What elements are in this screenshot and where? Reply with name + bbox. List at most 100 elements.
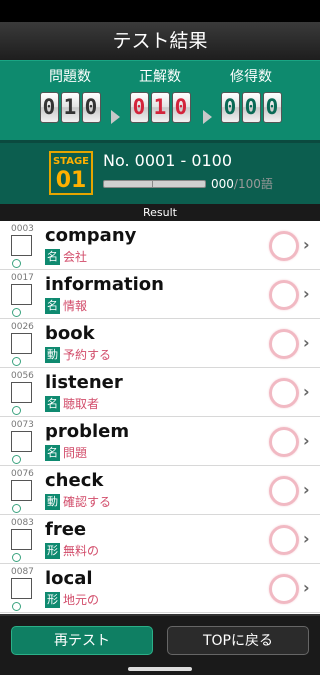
word-text: free (45, 519, 87, 540)
progress-total: 100語 (237, 177, 273, 191)
bottom-bar: 再テスト TOPに戻る (0, 614, 320, 675)
page-title: テスト結果 (0, 22, 320, 60)
word-number: 0087 (11, 567, 34, 577)
learned-label: 修得数 (230, 69, 272, 85)
word-number: 0076 (11, 469, 34, 479)
word-row[interactable]: 0003 company 名会社 › (0, 221, 320, 270)
word-number: 0026 (11, 322, 34, 332)
result-list[interactable]: 0003 company 名会社 › 0017 information 名情報 › 0026 bo… (0, 221, 320, 628)
correct-circle-icon (269, 574, 299, 604)
questions-label: 問題数 (49, 69, 91, 85)
word-row[interactable]: 0056 listener 名聴取者 › (0, 368, 320, 417)
status-dot-icon (12, 455, 21, 464)
stage-badge: STAGE 01 (49, 151, 93, 195)
word-meaning: 予約する (63, 348, 112, 362)
chevron-right-icon[interactable]: › (303, 382, 310, 401)
status-dot-icon (12, 504, 21, 513)
word-number: 0056 (11, 371, 34, 381)
status-dot-icon (12, 259, 21, 268)
chevron-right-icon[interactable]: › (303, 480, 310, 499)
learned-digit: 0 (220, 92, 240, 123)
questions-digit: 1 (60, 92, 80, 123)
word-checkbox[interactable] (11, 382, 32, 403)
word-meaning: 情報 (63, 299, 88, 313)
chevron-right-icon[interactable]: › (303, 431, 310, 450)
correct-circle-icon (269, 525, 299, 555)
chevron-right-icon[interactable]: › (303, 578, 310, 597)
questions-digit: 0 (81, 92, 101, 123)
word-text: check (45, 470, 104, 491)
correct-digit: 0 (129, 92, 149, 123)
learned-digit: 0 (241, 92, 261, 123)
word-row[interactable]: 0087 local 形地元の › (0, 564, 320, 613)
progress-value: 000 (211, 177, 234, 191)
word-checkbox[interactable] (11, 284, 32, 305)
status-dot-icon (12, 357, 21, 366)
result-header: Result (0, 204, 320, 221)
word-text: information (45, 274, 164, 295)
word-meaning: 会社 (63, 250, 88, 264)
part-of-speech-tag: 動 (45, 494, 60, 510)
correct-circle-icon (269, 427, 299, 457)
stage-badge-number: 01 (55, 168, 87, 193)
part-of-speech-tag: 名 (45, 249, 60, 265)
word-text: company (45, 225, 137, 246)
correct-circle-icon (269, 329, 299, 359)
correct-digit: 1 (150, 92, 170, 123)
stage-progress-text: 000/100語 (211, 175, 273, 192)
correct-digit: 0 (171, 92, 191, 123)
correct-circle-icon (269, 280, 299, 310)
word-text: problem (45, 421, 130, 442)
word-checkbox[interactable] (11, 431, 32, 452)
correct-counter: 正解数 0 1 0 (118, 67, 202, 123)
back-to-top-button[interactable]: TOPに戻る (167, 626, 309, 655)
stage-badge-label: STAGE (52, 156, 90, 167)
learned-digit: 0 (262, 92, 282, 123)
word-checkbox[interactable] (11, 529, 32, 550)
word-text: local (45, 568, 93, 589)
word-number: 0083 (11, 518, 34, 528)
chevron-right-icon[interactable]: › (303, 529, 310, 548)
correct-circle-icon (269, 231, 299, 261)
chevron-right-icon[interactable]: › (303, 284, 310, 303)
word-checkbox[interactable] (11, 480, 32, 501)
word-row[interactable]: 0017 information 名情報 › (0, 270, 320, 319)
chevron-right-icon[interactable]: › (303, 235, 310, 254)
word-checkbox[interactable] (11, 333, 32, 354)
word-checkbox[interactable] (11, 578, 32, 599)
part-of-speech-tag: 名 (45, 298, 60, 314)
learned-counter: 修得数 0 0 0 (209, 67, 293, 123)
word-meaning: 確認する (63, 495, 112, 509)
home-indicator[interactable] (128, 667, 192, 671)
word-text: listener (45, 372, 123, 393)
part-of-speech-tag: 形 (45, 543, 60, 559)
word-row[interactable]: 0083 free 形無料の › (0, 515, 320, 564)
word-row[interactable]: 0073 problem 名問題 › (0, 417, 320, 466)
status-dot-icon (12, 553, 21, 562)
questions-counter: 問題数 0 1 0 (28, 67, 112, 123)
word-checkbox[interactable] (11, 235, 32, 256)
word-meaning: 地元の (63, 593, 100, 607)
status-dot-icon (12, 602, 21, 611)
word-number: 0017 (11, 273, 34, 283)
word-number: 0073 (11, 420, 34, 430)
word-row[interactable]: 0076 check 動確認する › (0, 466, 320, 515)
stage-range: No. 0001 - 0100 (103, 151, 233, 170)
word-text: book (45, 323, 95, 344)
status-dot-icon (12, 406, 21, 415)
stage-progress-bar (103, 180, 206, 188)
questions-digit: 0 (39, 92, 59, 123)
correct-label: 正解数 (139, 69, 181, 85)
word-meaning: 無料の (63, 544, 100, 558)
status-bar (0, 0, 320, 22)
word-number: 0003 (11, 224, 34, 234)
part-of-speech-tag: 名 (45, 445, 60, 461)
retest-button[interactable]: 再テスト (11, 626, 153, 655)
correct-circle-icon (269, 378, 299, 408)
status-dot-icon (12, 308, 21, 317)
chevron-right-icon[interactable]: › (303, 333, 310, 352)
word-meaning: 問題 (63, 446, 88, 460)
word-row[interactable]: 0026 book 動予約する › (0, 319, 320, 368)
part-of-speech-tag: 名 (45, 396, 60, 412)
word-meaning: 聴取者 (63, 397, 100, 411)
